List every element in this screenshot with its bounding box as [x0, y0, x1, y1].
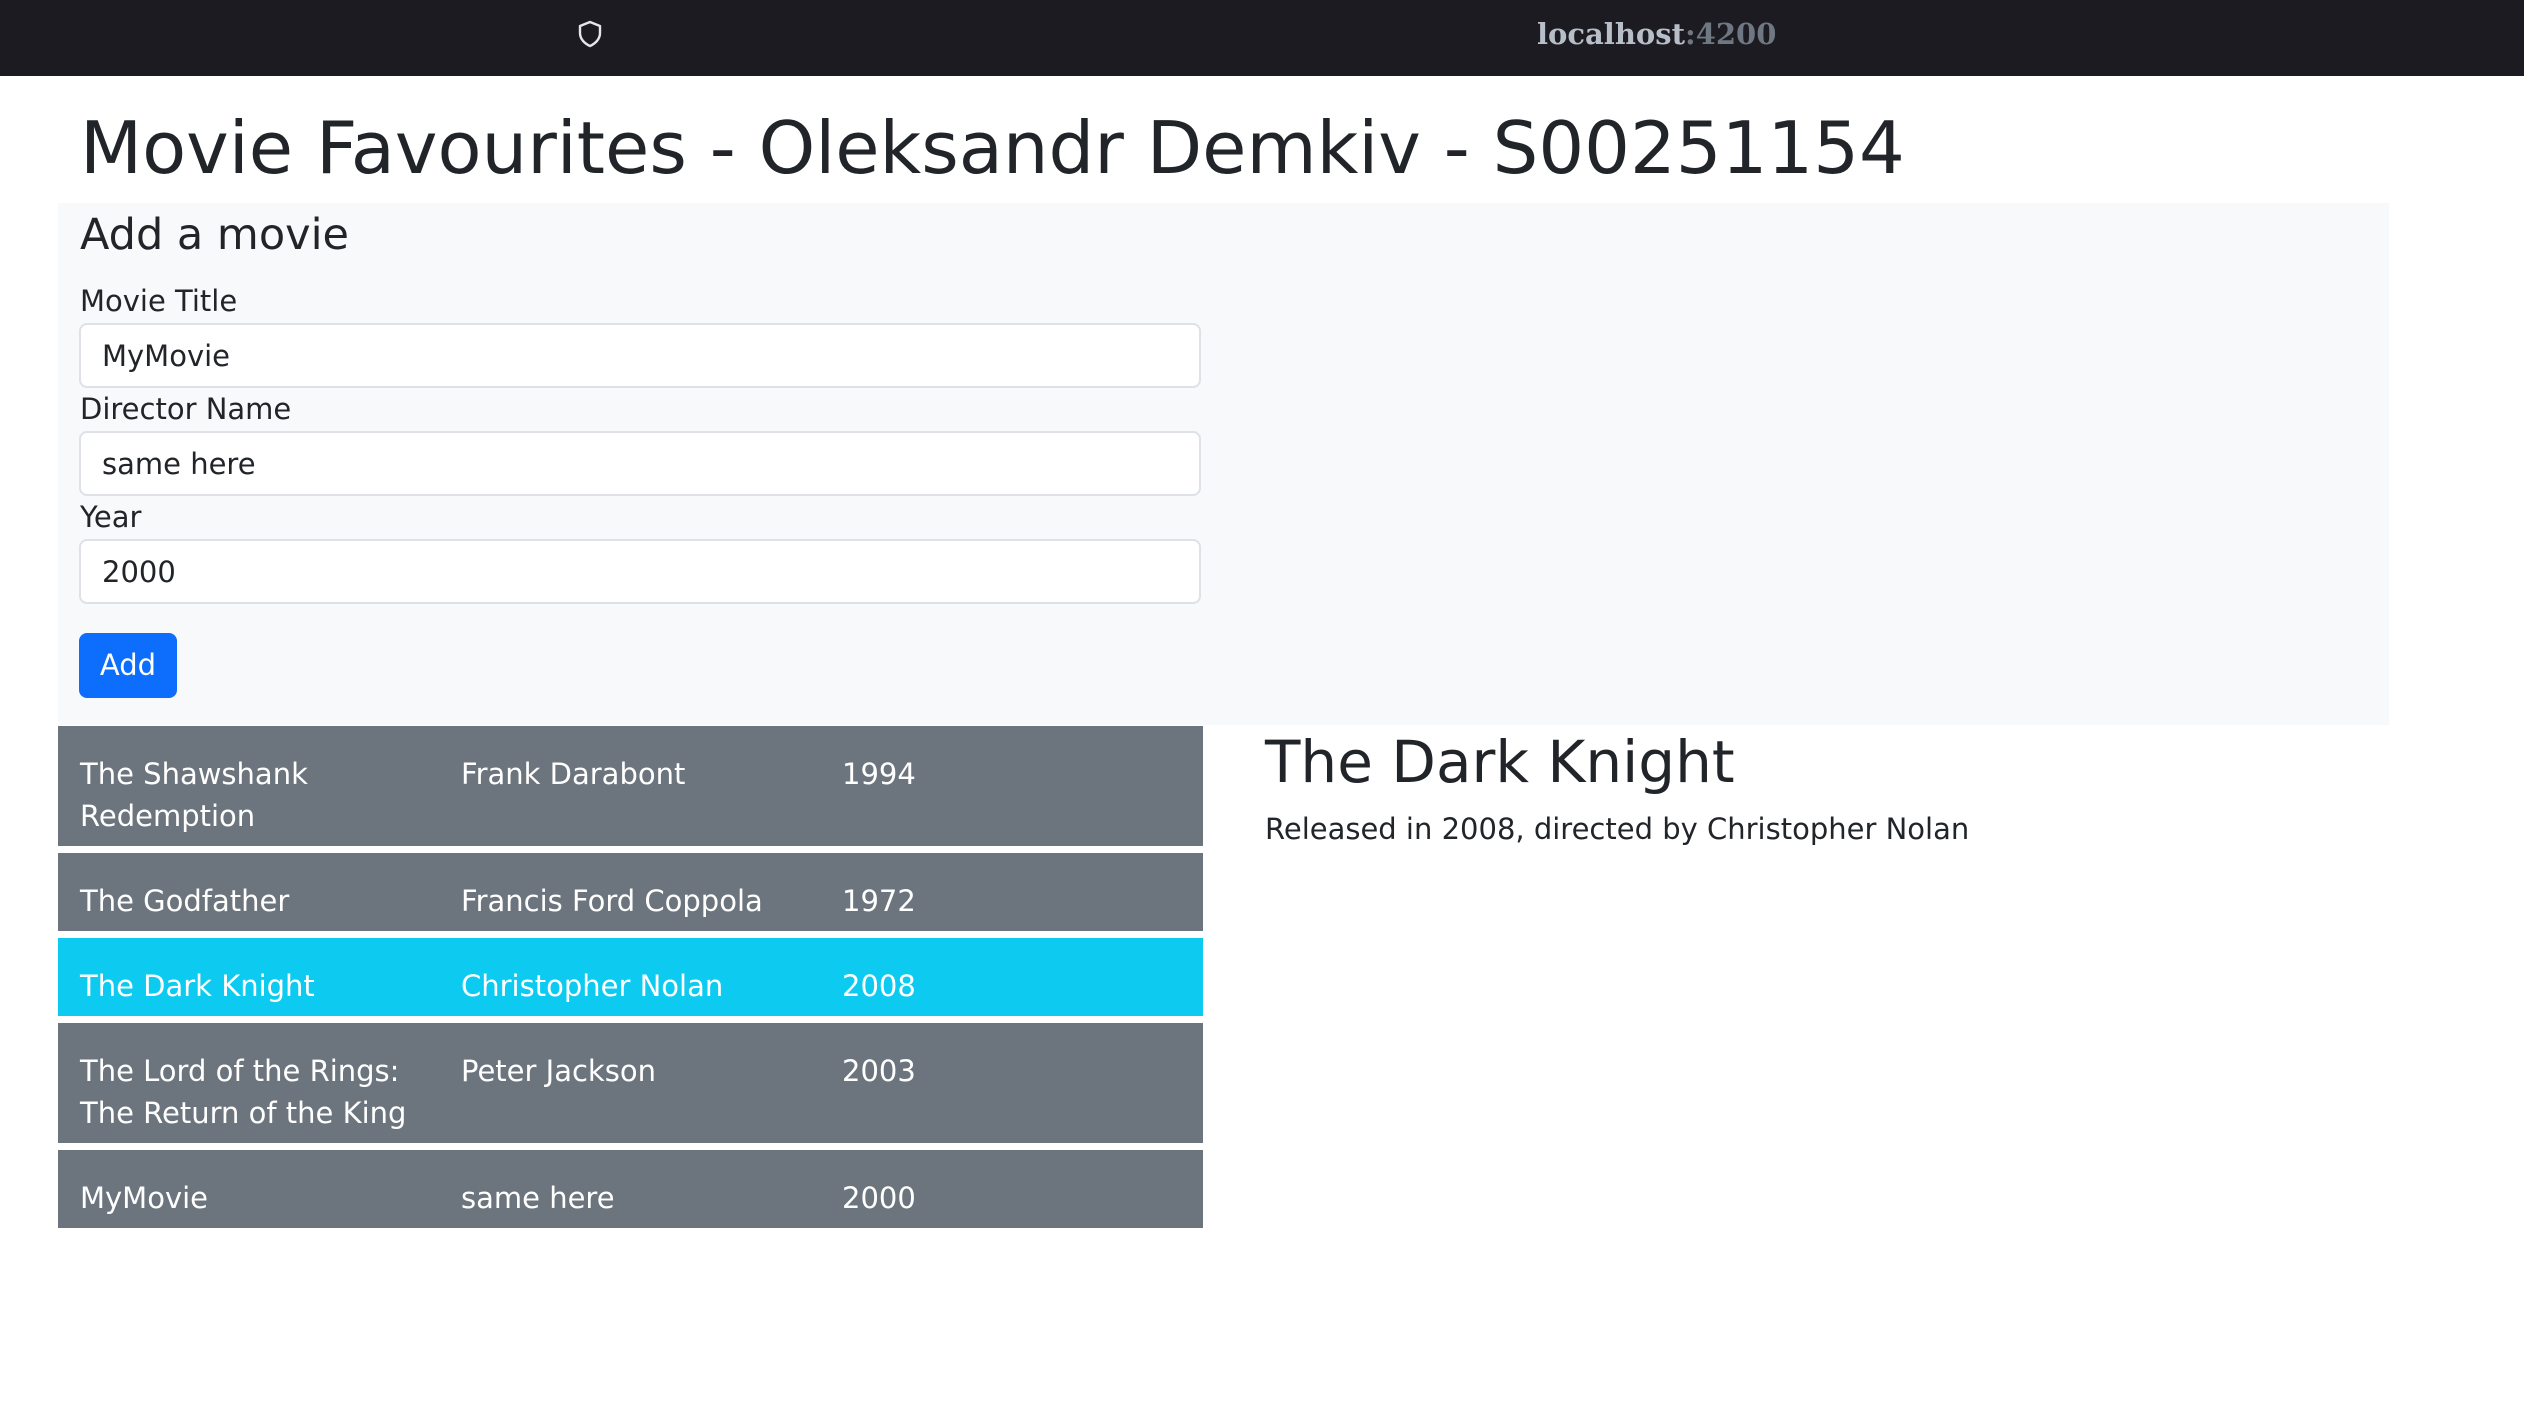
year-label: Year	[80, 500, 142, 534]
movie-row[interactable]: The Lord of the Rings: The Return of the…	[58, 1023, 1203, 1143]
movie-director: Frank Darabont	[461, 757, 686, 791]
movie-detail-description: Released in 2008, directed by Christophe…	[1265, 812, 1970, 846]
movie-director: same here	[461, 1181, 615, 1215]
movie-year: 1972	[842, 884, 916, 918]
movie-title: The Godfather	[80, 884, 290, 918]
page-title: Movie Favourites - Oleksandr Demkiv - S0…	[80, 106, 1905, 190]
add-movie-panel: Add a movie Movie Title Director Name Ye…	[58, 203, 2389, 725]
add-button[interactable]: Add	[79, 633, 177, 698]
movie-director: Peter Jackson	[461, 1054, 656, 1088]
url-port: :4200	[1684, 17, 1777, 51]
movie-title: The Shawshank Redemption	[80, 757, 308, 833]
movie-title-input[interactable]	[79, 323, 1201, 388]
year-input[interactable]	[79, 539, 1201, 604]
movie-row-selected[interactable]: The Dark Knight Christopher Nolan 2008	[58, 938, 1203, 1016]
movie-row[interactable]: MyMovie same here 2000	[58, 1150, 1203, 1228]
movie-year: 2008	[842, 969, 916, 1003]
movie-director: Christopher Nolan	[461, 969, 724, 1003]
movie-title: MyMovie	[80, 1181, 209, 1215]
movie-row[interactable]: The Godfather Francis Ford Coppola 1972	[58, 853, 1203, 931]
movie-title: The Lord of the Rings: The Return of the…	[80, 1054, 407, 1130]
movie-row[interactable]: The Shawshank Redemption Frank Darabont …	[58, 726, 1203, 846]
director-name-label: Director Name	[80, 392, 292, 426]
add-movie-heading: Add a movie	[80, 210, 349, 260]
address-bar-url[interactable]: localhost:4200	[1537, 14, 1776, 54]
movie-year: 2003	[842, 1054, 916, 1088]
movie-title-label: Movie Title	[80, 284, 238, 318]
shield-icon[interactable]	[575, 19, 605, 49]
browser-toolbar: localhost:4200	[0, 0, 2524, 76]
movie-year: 1994	[842, 757, 916, 791]
movie-director: Francis Ford Coppola	[461, 884, 763, 918]
url-host: localhost	[1537, 17, 1685, 51]
director-name-input[interactable]	[79, 431, 1201, 496]
movie-detail-title: The Dark Knight	[1265, 728, 1735, 796]
movie-year: 2000	[842, 1181, 916, 1215]
movie-title: The Dark Knight	[80, 969, 315, 1003]
